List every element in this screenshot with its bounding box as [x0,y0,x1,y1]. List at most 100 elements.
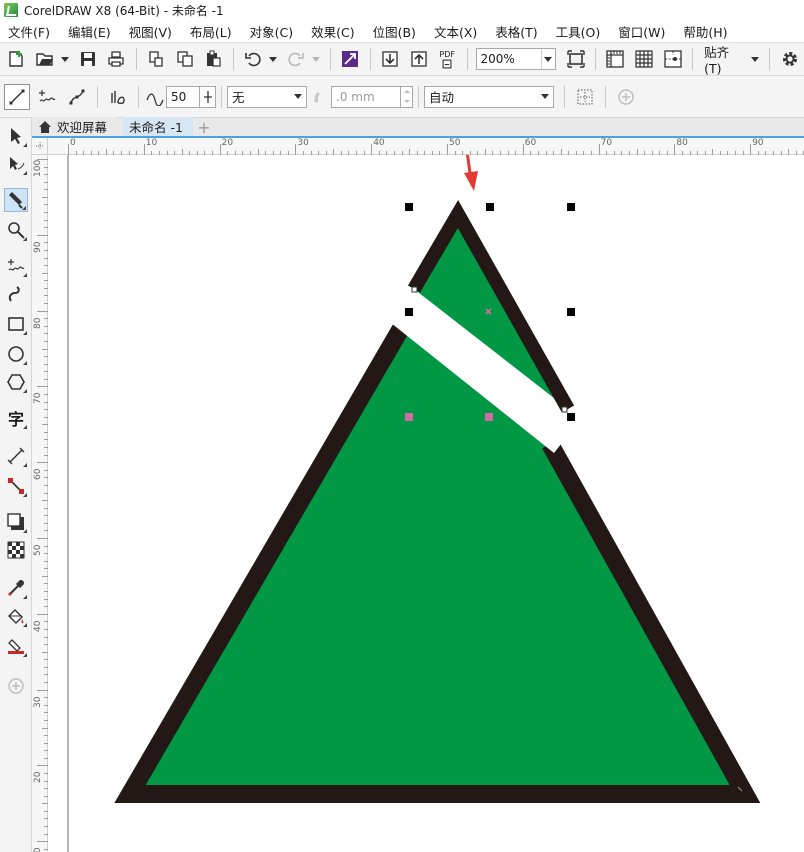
artistic-media-tool[interactable] [4,282,28,306]
drawing-canvas[interactable] [48,155,804,852]
paste-button[interactable] [201,46,226,72]
slider-icon [203,90,212,103]
crop-tool[interactable] [4,188,28,212]
outline-width-spinner[interactable] [401,85,413,108]
copy-button[interactable] [172,46,197,72]
curve-mode-button[interactable] [64,84,90,110]
drop-shadow-tool[interactable] [4,510,28,534]
outline-width-input[interactable]: .0 mm [331,85,401,108]
polygon-tool[interactable] [4,370,28,394]
selection-handle-top-left[interactable] [405,203,413,211]
pen-mode-button[interactable] [34,84,60,110]
start-arrowhead-select[interactable]: 无 [227,85,307,108]
toolbar-separator [221,85,222,108]
cut-icon [149,51,163,67]
menu-edit[interactable]: 编辑(E) [68,22,111,41]
show-rulers-button[interactable] [603,46,628,72]
cut-button[interactable] [144,46,169,72]
zoom-dropdown-button[interactable] [540,49,555,69]
undo-dropdown-icon[interactable] [269,56,278,62]
menu-text[interactable]: 文本(X) [434,22,477,41]
vertical-ruler[interactable]: 100 90 80 70 60 50 40 30 20 10 [32,155,48,852]
text-tool[interactable]: 字 [4,406,28,430]
selection-handle-top-center[interactable] [486,203,494,211]
connector-tool[interactable] [4,474,28,498]
freehand-mode-button[interactable] [4,83,30,110]
menu-help[interactable]: 帮助(H) [683,22,727,41]
smart-fill-tool[interactable] [4,634,28,658]
smoothing-input[interactable]: 50 [166,85,200,108]
dimension-tool[interactable] [4,444,28,468]
menu-file[interactable]: 文件(F) [8,22,50,41]
pick-tool[interactable] [4,124,28,148]
toolbar-separator [138,85,139,108]
show-guidelines-button[interactable] [660,46,685,72]
menu-effects[interactable]: 效果(C) [311,22,354,41]
print-button[interactable] [104,46,129,72]
menu-tools[interactable]: 工具(O) [556,22,601,41]
undo-button[interactable] [241,46,266,72]
menu-table[interactable]: 表格(T) [495,22,537,41]
selection-handle-bottom-center[interactable] [485,413,493,421]
zoom-tool[interactable] [4,218,28,242]
selection-handle-top-right[interactable] [567,203,575,211]
search-content-button[interactable] [338,46,363,72]
smoothing-slider-button[interactable] [200,85,216,108]
node-marker[interactable] [411,286,418,293]
menu-layout[interactable]: 布局(L) [190,22,232,41]
snap-to-menu[interactable]: 贴齐(T) [704,42,760,76]
export-icon [410,51,427,67]
snap-nodes-button[interactable] [572,84,598,110]
ruler-major-tick [598,144,600,155]
new-document-button[interactable] [4,46,29,72]
node-marker[interactable] [561,406,568,413]
publish-pdf-button[interactable]: PDF [435,46,460,72]
ellipse-tool[interactable] [4,342,28,366]
selection-handle-bottom-right[interactable] [567,413,575,421]
export-button[interactable] [406,46,431,72]
selection-handle-middle-right[interactable] [567,308,575,316]
menu-view[interactable]: 视图(V) [129,22,172,41]
redo-dropdown-icon[interactable] [311,56,320,62]
pressure-mode-button[interactable] [105,84,131,110]
tab-welcome-screen[interactable]: 欢迎屏幕 [32,117,118,136]
full-screen-button[interactable] [564,46,589,72]
shape-tool[interactable] [4,152,28,176]
options-button[interactable] [777,46,802,72]
zoom-level-select[interactable]: 200% [475,48,556,70]
add-circle-icon [8,678,24,694]
open-button[interactable] [33,46,58,72]
home-icon [39,120,51,133]
add-property-button[interactable] [613,84,639,110]
eyedropper-tool[interactable] [4,576,28,600]
import-button[interactable] [378,46,403,72]
ruler-major-tick [371,144,373,155]
freehand-tool[interactable] [4,254,28,278]
new-tab-button[interactable]: + [195,118,213,137]
horizontal-ruler[interactable]: 0 10 20 30 40 50 60 70 80 90 [48,138,804,155]
selection-handle-bottom-left[interactable] [405,413,413,421]
redo-button[interactable] [283,46,308,72]
toolbar-separator [769,48,771,70]
auto-mode-select[interactable]: 自动 [424,85,554,108]
save-button[interactable] [75,46,100,72]
ruler-label: 40 [33,620,43,632]
ruler-major-tick [522,144,524,155]
tab-document[interactable]: 未命名 -1 [123,117,193,136]
flyout-indicator-icon [23,653,27,657]
menu-bitmaps[interactable]: 位图(B) [373,22,416,41]
interactive-fill-tool[interactable] [4,604,28,628]
toolbar-separator [97,85,98,108]
selection-handle-middle-left[interactable] [405,308,413,316]
ruler-origin[interactable] [32,138,48,155]
open-dropdown-icon[interactable] [61,56,70,62]
transparency-tool[interactable] [4,538,28,562]
rectangle-tool[interactable] [4,312,28,336]
customize-toolbox-button[interactable] [4,674,28,698]
toolbar-separator [466,48,468,70]
show-grid-button[interactable] [632,46,657,72]
menu-object[interactable]: 对象(C) [250,22,293,41]
lower-triangle-shape[interactable] [114,320,761,803]
chevron-down-icon [541,94,549,99]
menu-window[interactable]: 窗口(W) [618,22,665,41]
